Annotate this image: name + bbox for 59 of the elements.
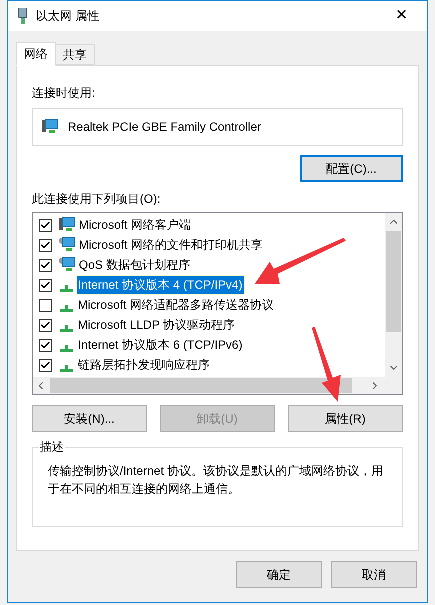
scrollbar-thumb[interactable] — [50, 378, 352, 393]
tab[interactable]: 共享 — [56, 44, 95, 65]
check-icon — [40, 320, 51, 330]
checkbox[interactable] — [39, 318, 52, 332]
list-item[interactable]: Internet 协议版本 4 (TCP/IPv4) — [39, 275, 385, 295]
checkbox[interactable] — [39, 278, 52, 292]
item-label: 链路层拓扑发现响应程序 — [77, 357, 211, 374]
checkbox[interactable] — [39, 218, 52, 232]
item-label: Internet 协议版本 4 (TCP/IPv4) — [77, 276, 244, 294]
item-label: Microsoft 网络客户端 — [78, 217, 192, 234]
check-icon — [40, 340, 51, 350]
item-label: Internet 协议版本 6 (TCP/IPv6) — [77, 337, 244, 354]
item-label: Microsoft 网络的文件和打印机共享 — [78, 237, 264, 254]
dialog-button[interactable]: 取消 — [331, 561, 417, 588]
scrollbar-thumb[interactable] — [386, 231, 401, 332]
list-item[interactable]: Internet 协议版本 6 (TCP/IPv6) — [39, 335, 385, 355]
check-icon — [40, 240, 51, 250]
window-title: 以太网 属性 — [36, 8, 100, 25]
network-protocol-icon — [60, 324, 73, 332]
network-protocol-icon — [60, 304, 73, 312]
check-icon — [40, 220, 51, 230]
network-protocol-icon — [60, 364, 73, 372]
list-item[interactable]: Microsoft 网络客户端 — [39, 215, 385, 235]
checkbox[interactable] — [39, 238, 52, 252]
action-button[interactable]: 属性(R) — [288, 405, 403, 432]
ethernet-icon — [18, 8, 28, 24]
list-item[interactable]: 链路层拓扑发现响应程序 — [39, 355, 385, 375]
description-text: 传输控制协议/Internet 协议。该协议是默认的广域网络协议，用于在不同的相互连接的网络上通信。 — [48, 463, 384, 498]
check-icon — [40, 260, 51, 270]
tab[interactable]: 网络 — [16, 42, 56, 66]
network-protocol-icon — [60, 344, 73, 352]
item-label: Microsoft LLDP 协议驱动程序 — [77, 317, 236, 334]
check-icon — [40, 280, 51, 290]
computer-gear-icon — [59, 237, 75, 253]
checkbox[interactable] — [39, 358, 52, 372]
item-label: QoS 数据包计划程序 — [78, 257, 192, 274]
computer-gear-icon — [59, 257, 75, 273]
checkbox[interactable] — [39, 338, 52, 352]
group-legend: 描述 — [39, 438, 65, 456]
check-icon — [40, 360, 51, 370]
list-item[interactable]: QoS 数据包计划程序 — [39, 255, 385, 275]
action-button[interactable]: 安装(N)... — [32, 405, 147, 432]
close-button[interactable]: ✕ — [387, 1, 417, 31]
dialog-button[interactable]: 确定 — [236, 561, 322, 588]
horizontal-scrollbar[interactable] — [33, 377, 402, 394]
network-protocol-icon — [60, 284, 73, 292]
list-item[interactable]: Microsoft 网络的文件和打印机共享 — [39, 235, 385, 255]
adapter-name: Realtek PCIe GBE Family Controller — [68, 119, 262, 136]
configure-button[interactable]: 配置(C)... — [300, 155, 403, 182]
checkbox[interactable] — [39, 258, 52, 272]
vertical-scrollbar[interactable] — [385, 213, 402, 377]
list-item[interactable]: Microsoft 网络适配器多路传送器协议 — [39, 295, 385, 315]
list-item[interactable]: Microsoft LLDP 协议驱动程序 — [39, 315, 385, 335]
computer-icon — [42, 119, 58, 135]
section-label: 连接时使用: — [32, 85, 96, 102]
item-label: Microsoft 网络适配器多路传送器协议 — [77, 297, 276, 314]
checkbox[interactable] — [39, 298, 52, 312]
section-label: 此连接使用下列项目(O): — [32, 191, 162, 208]
computer-icon — [59, 217, 75, 233]
